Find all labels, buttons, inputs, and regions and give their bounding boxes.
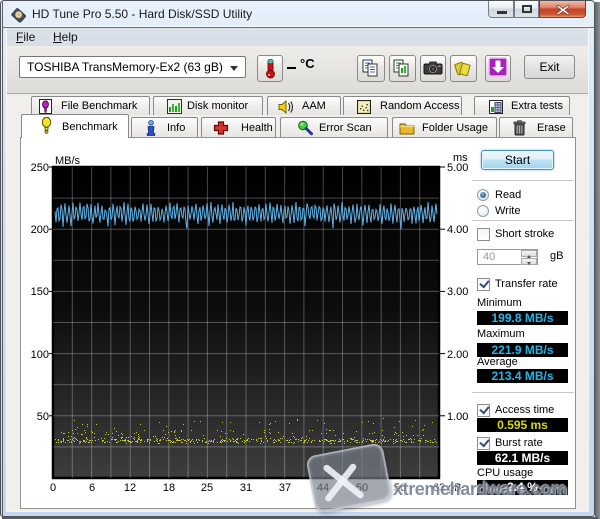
svg-text:5.00: 5.00 [447, 162, 468, 174]
svg-text:MB/s: MB/s [55, 155, 81, 167]
svg-text:31: 31 [240, 482, 252, 494]
svg-text:25: 25 [201, 482, 213, 494]
svg-text:4.00: 4.00 [447, 224, 468, 236]
svg-text:18: 18 [163, 482, 175, 494]
svg-text:12: 12 [124, 482, 136, 494]
svg-text:50: 50 [37, 411, 49, 423]
svg-text:1.00: 1.00 [447, 411, 468, 423]
svg-text:3.00: 3.00 [447, 286, 468, 298]
svg-text:150: 150 [31, 286, 49, 298]
svg-text:200: 200 [31, 224, 49, 236]
svg-text:0: 0 [50, 482, 56, 494]
svg-text:100: 100 [31, 349, 49, 361]
svg-text:2.00: 2.00 [447, 349, 468, 361]
svg-text:250: 250 [31, 162, 49, 174]
svg-text:37: 37 [279, 482, 291, 494]
svg-text:6: 6 [89, 482, 95, 494]
